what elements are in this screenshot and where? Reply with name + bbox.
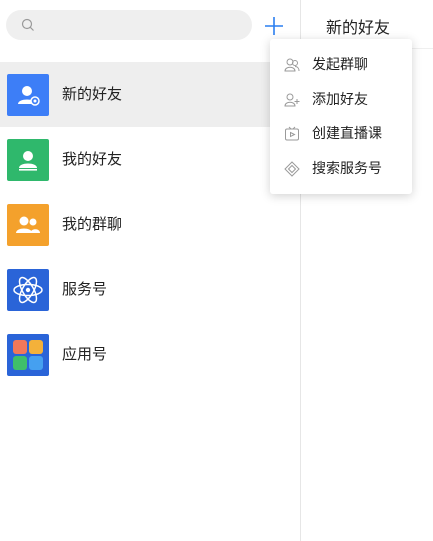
menu-item-label: 搜索服务号	[312, 161, 382, 177]
my-friends-icon	[7, 139, 49, 181]
add-user-icon	[284, 93, 300, 107]
menu-item-create-live-class[interactable]: 创建直播课	[270, 117, 412, 151]
live-class-icon	[285, 126, 299, 141]
group-users-icon	[284, 58, 300, 72]
add-dropdown-menu: 发起群聊 添加好友 创建直播课 搜索服务号	[270, 39, 412, 194]
list-item-label: 服务号	[62, 280, 108, 298]
group-chat-icon	[7, 204, 49, 246]
contacts-window: 新的好友 我的好友 我的群聊 服务号 应用号 新的好友 发起群聊 添加好友 创建…	[0, 0, 433, 541]
list-item-my-friends[interactable]: 我的好友	[0, 127, 300, 192]
app-account-icon	[7, 334, 49, 376]
search-input[interactable]	[6, 10, 252, 40]
contact-category-list: 新的好友 我的好友 我的群聊 服务号 应用号	[0, 62, 300, 387]
menu-item-label: 发起群聊	[312, 57, 368, 73]
list-item-my-groups[interactable]: 我的群聊	[0, 192, 300, 257]
search-icon	[21, 18, 34, 31]
list-item-label: 应用号	[62, 345, 108, 363]
add-icon[interactable]	[262, 14, 286, 38]
list-item-service-accounts[interactable]: 服务号	[0, 257, 300, 322]
page-title: 新的好友	[326, 18, 391, 37]
list-item-label: 我的好友	[62, 150, 123, 168]
menu-item-add-friend[interactable]: 添加好友	[270, 83, 412, 117]
list-item-label: 我的群聊	[62, 215, 123, 233]
service-account-icon	[7, 269, 49, 311]
list-item-new-friends[interactable]: 新的好友	[0, 62, 300, 127]
menu-item-label: 创建直播课	[312, 126, 382, 142]
contacts-sidebar: 新的好友 我的好友 我的群聊 服务号 应用号	[0, 0, 300, 541]
menu-item-search-service-account[interactable]: 搜索服务号	[270, 152, 412, 186]
new-friend-icon	[7, 74, 49, 116]
list-item-app-accounts[interactable]: 应用号	[0, 322, 300, 387]
menu-item-start-group-chat[interactable]: 发起群聊	[270, 48, 412, 82]
list-item-label: 新的好友	[62, 85, 123, 103]
menu-item-label: 添加好友	[312, 92, 368, 108]
service-search-icon	[284, 161, 300, 177]
